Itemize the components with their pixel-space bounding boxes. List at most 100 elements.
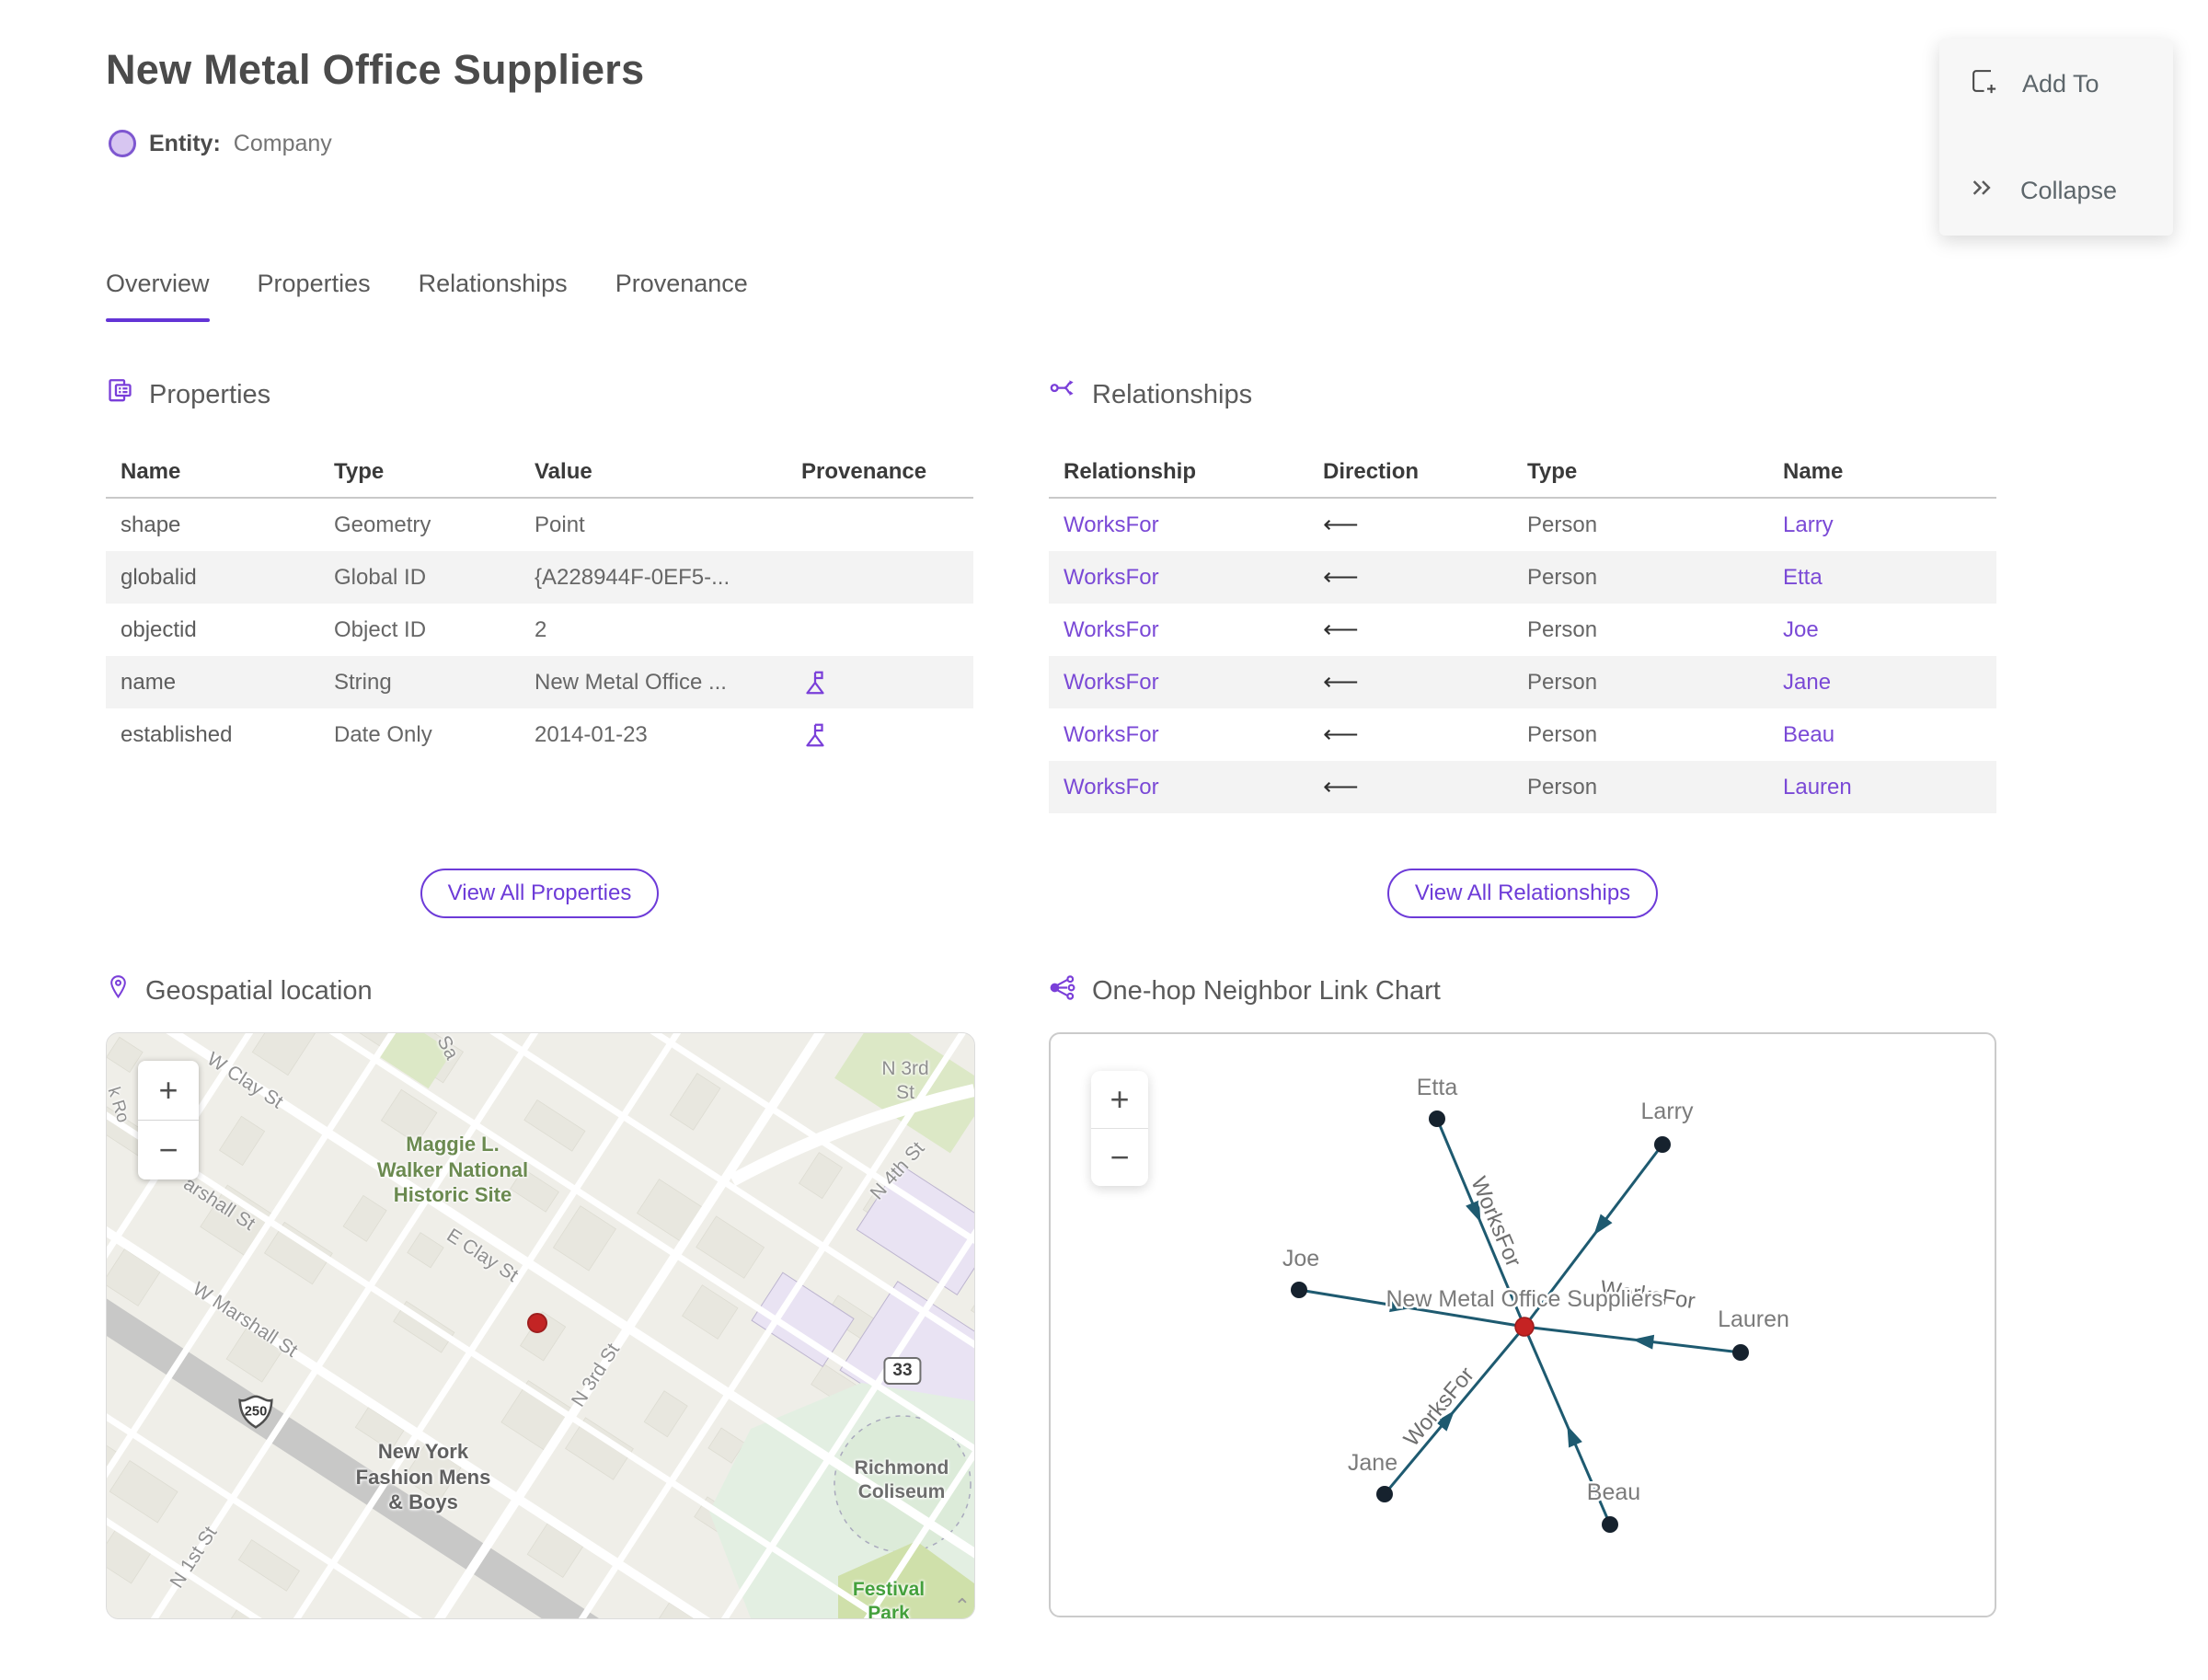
- node-label: Etta: [1417, 1075, 1458, 1100]
- property-provenance: [787, 721, 973, 749]
- person-node[interactable]: [1602, 1516, 1618, 1533]
- relationships-table-header: Relationship Direction Type Name: [1049, 447, 1996, 499]
- properties-table-header: Name Type Value Provenance: [106, 447, 973, 499]
- relationships-section-header: Relationships: [1049, 377, 1252, 413]
- map-zoom-out-button[interactable]: −: [138, 1120, 199, 1179]
- relationship-link[interactable]: WorksFor: [1049, 617, 1308, 643]
- relationship-type: Person: [1527, 721, 1598, 747]
- properties-table: Name Type Value Provenance shape Geometry…: [106, 447, 973, 761]
- property-row: objectid Object ID 2: [106, 604, 973, 656]
- relationship-direction: ⟵: [1323, 773, 1359, 800]
- property-name: shape: [121, 512, 181, 537]
- person-node[interactable]: [1429, 1110, 1445, 1127]
- relationship-link[interactable]: WorksFor: [1049, 722, 1308, 748]
- relationship-type: Person: [1527, 512, 1598, 537]
- relationship-type: Person: [1527, 616, 1598, 642]
- tab-provenance[interactable]: Provenance: [615, 270, 748, 322]
- node-label: Lauren: [1718, 1306, 1789, 1332]
- map[interactable]: k Ro W Clay St Sa arshall St W Marshall St E …: [106, 1032, 975, 1619]
- property-name: name: [121, 669, 177, 695]
- property-name: established: [121, 721, 233, 747]
- entity-badge: Entity: Company: [109, 130, 332, 157]
- link-chart-heading: One-hop Neighbor Link Chart: [1092, 976, 1441, 1006]
- relationships-heading: Relationships: [1092, 380, 1253, 409]
- relationship-row: WorksFor ⟵ Person Etta: [1049, 551, 1996, 604]
- entity-label: Entity:: [149, 130, 221, 156]
- svg-text:250: 250: [245, 1405, 268, 1420]
- route-shield: 250: [236, 1395, 275, 1434]
- map-zoom-in-button[interactable]: +: [138, 1061, 199, 1120]
- provenance-flag-icon[interactable]: [801, 721, 829, 749]
- relationship-name-link[interactable]: Jane: [1768, 670, 1996, 696]
- entity-type-value: Company: [233, 130, 332, 156]
- link-chart[interactable]: WorksFor WorksFor WorksFor Etta Larry Joe Laur…: [1049, 1032, 1996, 1617]
- collapse-label: Collapse: [2020, 177, 2118, 204]
- property-value: 2014-01-23: [535, 721, 648, 747]
- property-provenance: [787, 669, 973, 696]
- property-value: 2: [535, 616, 547, 642]
- property-type: Geometry: [334, 512, 431, 537]
- view-all-relationships-button[interactable]: View All Relationships: [1386, 869, 1659, 918]
- provenance-flag-icon[interactable]: [801, 669, 829, 696]
- property-row: name String New Metal Office ...: [106, 656, 973, 708]
- relationship-direction: ⟵: [1323, 511, 1359, 538]
- map-pin-icon: [106, 973, 131, 1008]
- relationship-type: Person: [1527, 564, 1598, 590]
- person-node[interactable]: [1732, 1344, 1749, 1361]
- person-node[interactable]: [1291, 1282, 1307, 1298]
- relationship-name-link[interactable]: Etta: [1768, 565, 1996, 591]
- collapse-button[interactable]: Collapse: [1939, 174, 2173, 208]
- chart-zoom-out-button[interactable]: −: [1091, 1128, 1148, 1186]
- edge-label: WorksFor: [1399, 1363, 1479, 1452]
- tab-bar: Overview Properties Relationships Proven…: [106, 270, 748, 322]
- view-all-properties-button[interactable]: View All Properties: [420, 869, 660, 918]
- edge-arrowhead: [1632, 1334, 1655, 1350]
- relationship-row: WorksFor ⟵ Person Jane: [1049, 656, 1996, 708]
- geospatial-heading: Geospatial location: [145, 975, 373, 1006]
- relationship-name-link[interactable]: Larry: [1768, 512, 1996, 538]
- node-label: Larry: [1641, 1099, 1694, 1124]
- person-node[interactable]: [1654, 1136, 1671, 1153]
- attribution-toggle-icon[interactable]: ⌃: [954, 1594, 971, 1618]
- relationship-direction: ⟵: [1323, 616, 1359, 643]
- collapse-icon: [1969, 174, 1996, 208]
- property-type: String: [334, 669, 392, 695]
- tab-relationships[interactable]: Relationships: [419, 270, 568, 322]
- property-value: New Metal Office ...: [535, 669, 727, 695]
- node-label: Jane: [1348, 1450, 1397, 1476]
- relationship-row: WorksFor ⟵ Person Larry: [1049, 499, 1996, 551]
- relationship-row: WorksFor ⟵ Person Beau: [1049, 708, 1996, 761]
- relationship-link[interactable]: WorksFor: [1049, 565, 1308, 591]
- add-to-button[interactable]: Add To: [1939, 66, 2173, 102]
- entity-node[interactable]: [1514, 1317, 1535, 1337]
- relationship-name-link[interactable]: Joe: [1768, 617, 1996, 643]
- edge-arrowhead: [1593, 1214, 1613, 1236]
- relationship-link[interactable]: WorksFor: [1049, 512, 1308, 538]
- relationship-direction: ⟵: [1323, 563, 1359, 591]
- relationship-direction: ⟵: [1323, 668, 1359, 696]
- person-node[interactable]: [1376, 1486, 1393, 1502]
- relationship-name-link[interactable]: Beau: [1768, 722, 1996, 748]
- geospatial-section-header: Geospatial location: [106, 973, 373, 1008]
- route-shield: 33: [883, 1357, 922, 1385]
- node-label: Joe: [1282, 1246, 1319, 1272]
- entity-location-marker[interactable]: [527, 1313, 547, 1333]
- add-to-icon: [1969, 66, 1998, 102]
- properties-icon: [106, 377, 134, 413]
- property-type: Global ID: [334, 564, 427, 590]
- relationship-link[interactable]: WorksFor: [1049, 775, 1308, 800]
- property-value: {A228944F-0EF5-...: [535, 564, 730, 590]
- relationships-icon: [1049, 377, 1077, 413]
- link-chart-canvas: WorksForWorksForWorksForEttaLarryJoeLaur…: [1280, 1073, 1791, 1533]
- relationships-table-body: WorksFor ⟵ Person Larry WorksFor ⟵ Person Etta W…: [1049, 499, 1996, 813]
- action-panel: Add To Collapse: [1939, 39, 2173, 236]
- relationship-link[interactable]: WorksFor: [1049, 670, 1308, 696]
- property-name: globalid: [121, 564, 197, 590]
- relationship-type: Person: [1527, 774, 1598, 800]
- properties-section-header: Properties: [106, 377, 270, 413]
- chart-zoom-in-button[interactable]: +: [1091, 1071, 1148, 1128]
- relationship-name-link[interactable]: Lauren: [1768, 775, 1996, 800]
- edge-arrowhead: [1567, 1425, 1582, 1448]
- tab-properties[interactable]: Properties: [258, 270, 371, 322]
- tab-overview[interactable]: Overview: [106, 270, 210, 322]
